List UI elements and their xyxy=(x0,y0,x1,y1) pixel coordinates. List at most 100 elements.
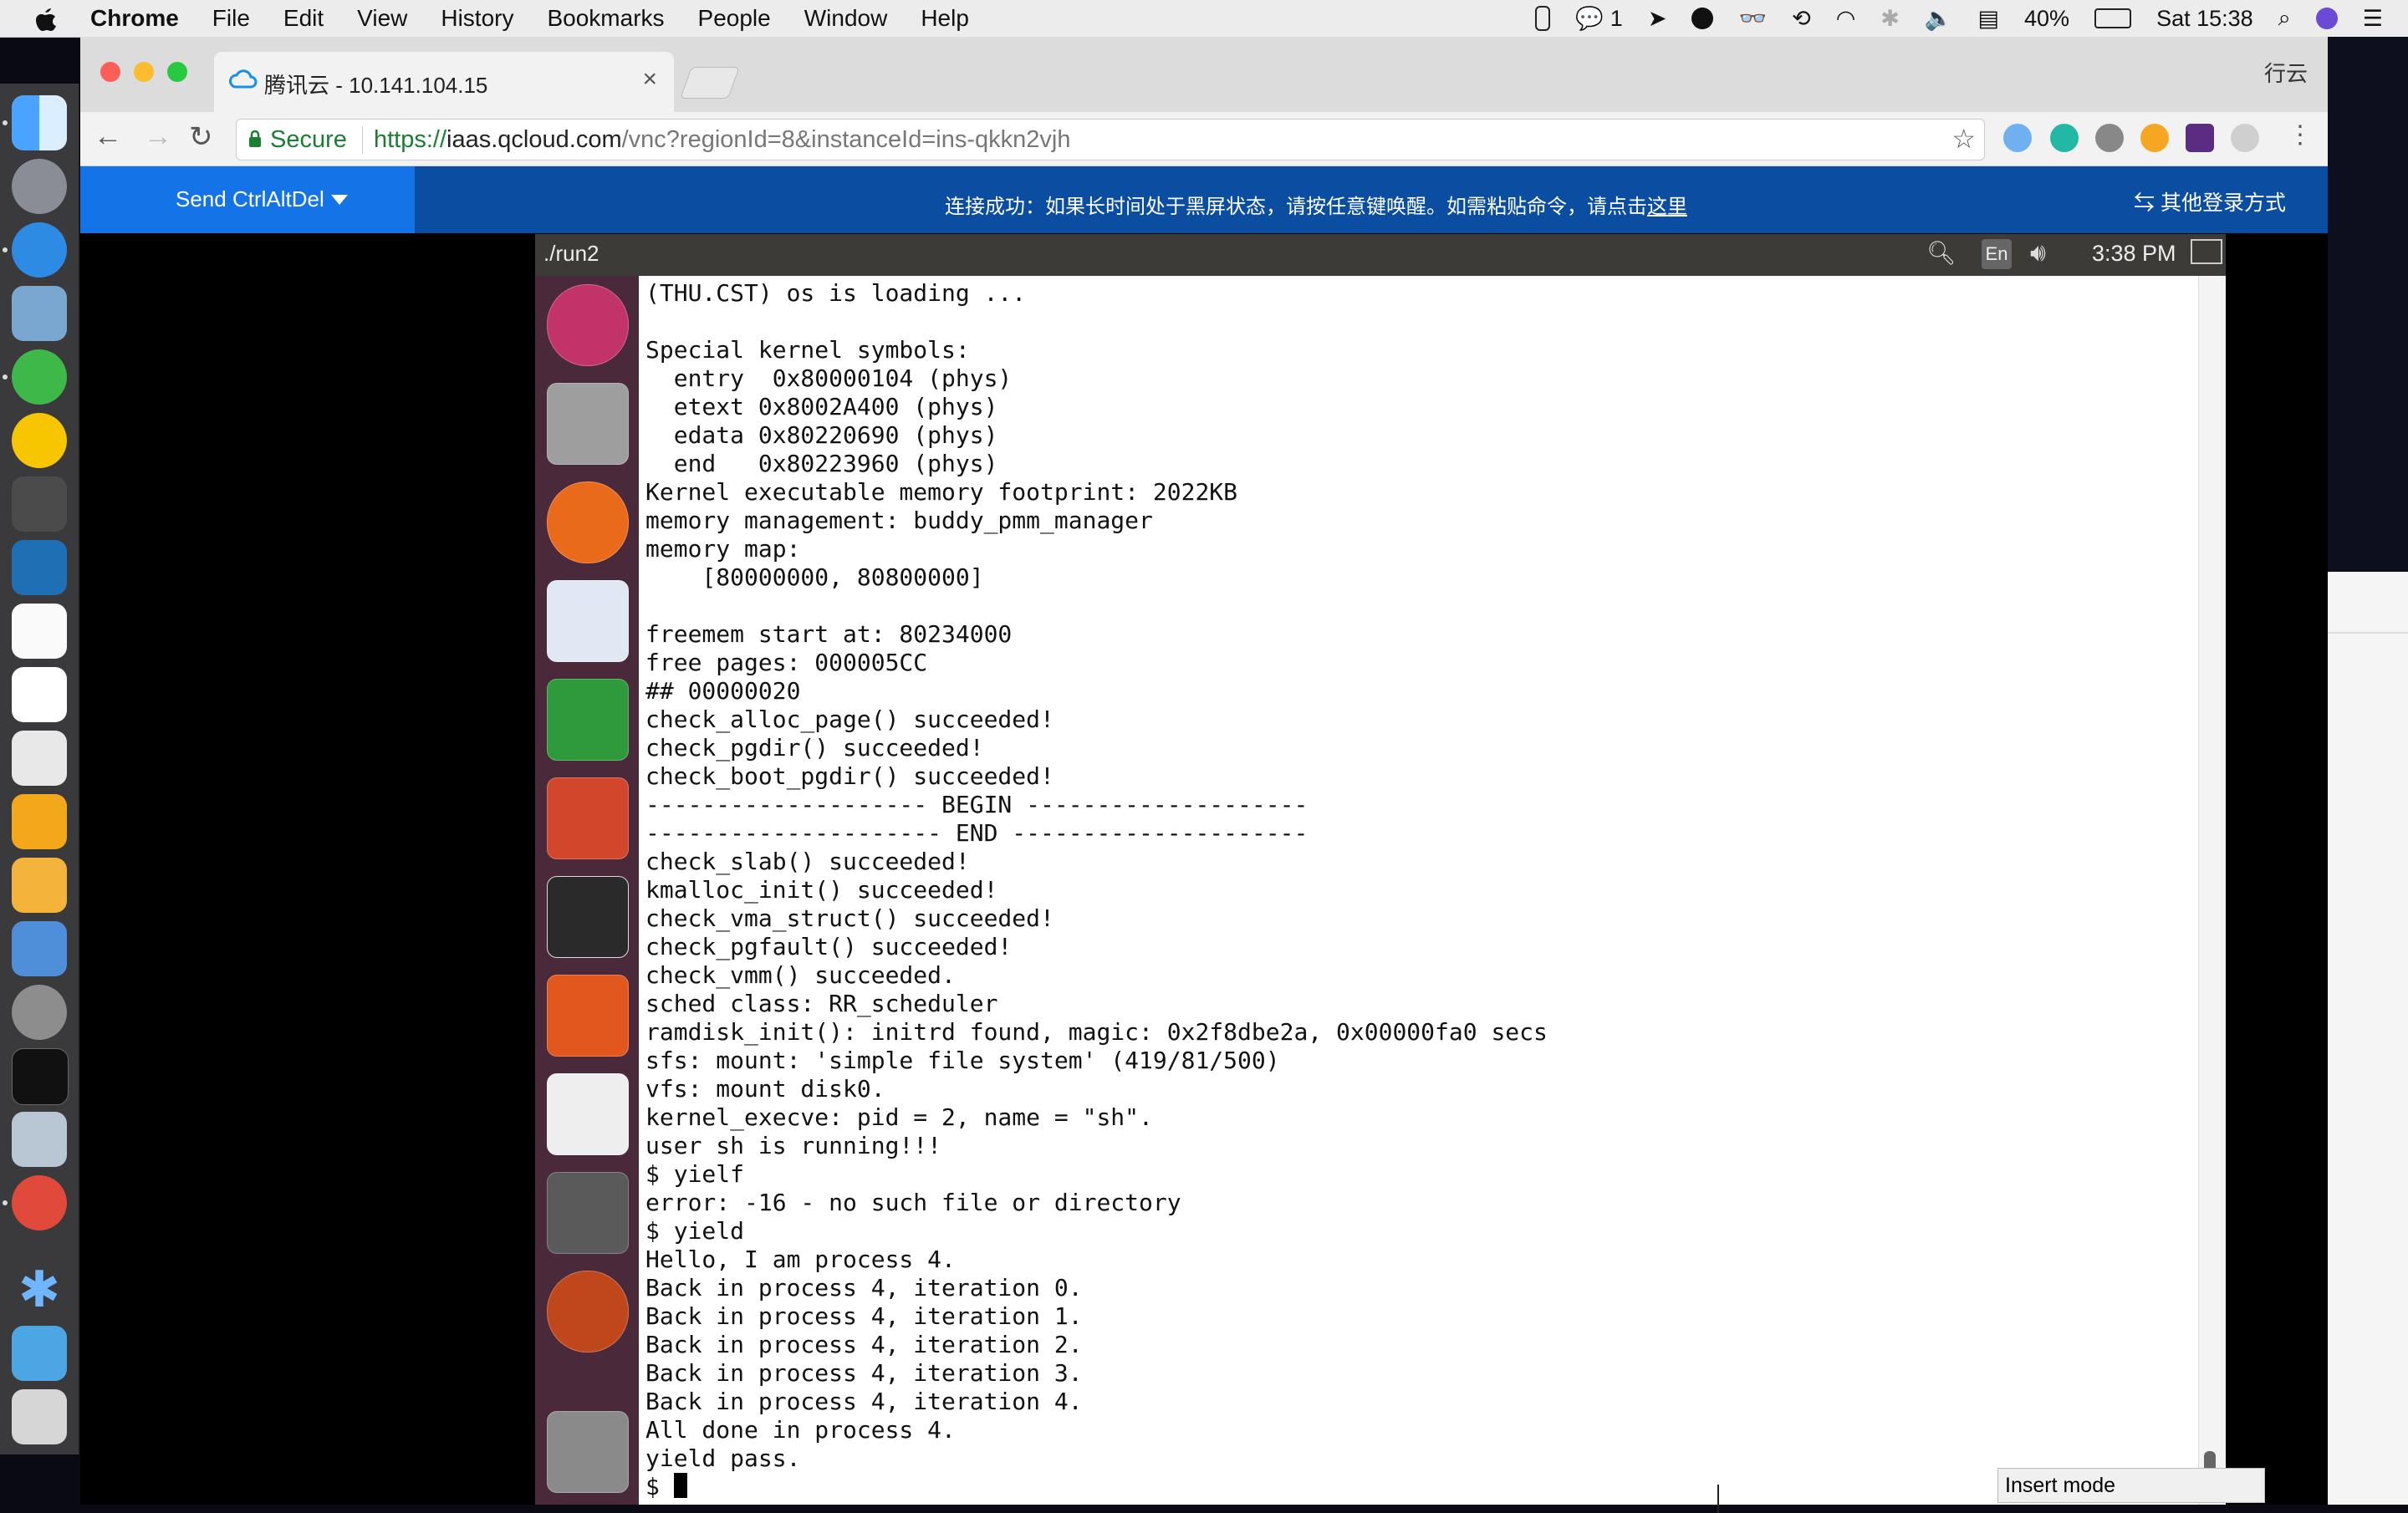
minimize-window-button[interactable] xyxy=(134,62,154,82)
terminal-line: edata 0x80220690 (phys) xyxy=(673,421,998,449)
bookmark-star-icon[interactable]: ☆ xyxy=(1951,123,1976,155)
back-arrow-icon[interactable]: ← xyxy=(94,120,122,153)
zoom-window-button[interactable] xyxy=(167,62,187,82)
profile-name[interactable]: 行云 xyxy=(2264,57,2308,88)
battery-icon[interactable] xyxy=(2094,8,2132,28)
amazon-icon[interactable] xyxy=(547,1073,629,1155)
preview-icon[interactable] xyxy=(12,1112,67,1167)
time-machine-icon[interactable]: ⟲ xyxy=(1792,6,1811,32)
tes-icon[interactable] xyxy=(12,794,67,849)
chrome-icon[interactable] xyxy=(12,1175,67,1230)
menu-bookmarks[interactable]: Bookmarks xyxy=(547,5,664,32)
connection-notice: 连接成功：如果长时间处于黑屏状态，请按任意键唤醒。如需粘贴命令，请点击这里 xyxy=(945,190,1687,219)
reload-icon[interactable]: ↻ xyxy=(189,120,213,154)
menu-clock[interactable]: Sat 15:38 xyxy=(2156,6,2253,32)
glasses-icon[interactable]: 👓 xyxy=(1738,5,1767,32)
extension-icon-3[interactable] xyxy=(2095,124,2124,152)
display-icon[interactable] xyxy=(1535,6,1551,31)
notification-center-icon[interactable]: ☰ xyxy=(2363,6,2383,32)
tab-close-icon[interactable]: × xyxy=(642,65,657,94)
pages-icon[interactable] xyxy=(12,858,67,913)
libreoffice-calc-icon[interactable] xyxy=(547,679,629,761)
trash-icon[interactable] xyxy=(12,1389,67,1444)
terminal-line: check_pgfault() succeeded! xyxy=(645,933,1013,960)
extension-icon-4[interactable] xyxy=(2140,124,2169,152)
background-window xyxy=(2328,572,2408,1505)
running-indicator xyxy=(3,247,8,252)
grammarly-icon[interactable] xyxy=(1691,8,1714,29)
volume-icon[interactable]: 🔈 xyxy=(1925,5,1953,32)
ubuntu-clock[interactable]: 3:38 PM xyxy=(2092,241,2176,267)
firefox-icon[interactable] xyxy=(547,481,629,563)
menu-help[interactable]: Help xyxy=(921,5,969,32)
chrome-menu-icon[interactable]: ⋮ xyxy=(2288,120,2313,150)
extension-icon-2[interactable] xyxy=(2050,124,2079,152)
language-indicator[interactable]: En xyxy=(1982,239,2012,269)
keynote-icon[interactable] xyxy=(12,921,67,976)
settings-tools-icon[interactable] xyxy=(547,1172,629,1254)
terminal-launcher-icon[interactable] xyxy=(547,876,629,958)
extension-icon-1[interactable] xyxy=(2003,124,2032,152)
caret-down-icon xyxy=(331,195,348,205)
software-center-icon[interactable] xyxy=(547,975,629,1057)
volume-icon[interactable]: 🔊︎ xyxy=(2030,239,2060,269)
send-icon[interactable]: ➤ xyxy=(1648,6,1667,32)
browser-toolbar: ← → ↻ Secure https://iaas.qcloud.com/vnc… xyxy=(80,112,2328,166)
terminal-scrollbar-track[interactable] xyxy=(2198,276,2226,1505)
siri-icon[interactable] xyxy=(2315,8,2338,29)
menu-file[interactable]: File xyxy=(212,5,250,32)
launchpad-icon[interactable] xyxy=(12,159,67,214)
system-preferences-icon[interactable] xyxy=(12,985,67,1040)
gnome-app-icon[interactable] xyxy=(547,1271,629,1353)
vscode-icon[interactable] xyxy=(12,540,67,595)
terminal-output[interactable]: (THU.CST) os is loading ... Special kern… xyxy=(639,276,2265,1513)
menu-people[interactable]: People xyxy=(698,5,771,32)
us-flag-icon[interactable]: ▤ xyxy=(1978,6,2000,32)
libreoffice-impress-icon[interactable] xyxy=(547,777,629,859)
sublime-text-icon[interactable] xyxy=(12,476,67,532)
terminal-icon[interactable] xyxy=(12,1048,69,1105)
close-window-button[interactable] xyxy=(100,62,120,82)
music-app-icon[interactable] xyxy=(12,413,67,468)
downloads-folder-icon[interactable] xyxy=(12,1326,67,1381)
finder-icon[interactable] xyxy=(12,95,67,150)
files-icon[interactable] xyxy=(547,383,629,465)
tab-tencent-cloud[interactable]: 腾讯云 - 10.141.104.15 × xyxy=(214,52,674,112)
wifi-icon[interactable]: ◠ xyxy=(1836,6,1856,32)
menu-app-name[interactable]: Chrome xyxy=(90,5,179,32)
spotlight-icon[interactable]: ⌕ xyxy=(2278,5,2291,32)
vnc-screen[interactable]: ./run2 🔍︎ En 🔊︎ 3:38 PM (THU.CST) os is … xyxy=(535,234,2265,1513)
ubuntu-trash-icon[interactable] xyxy=(547,1411,629,1493)
address-bar[interactable]: Secure https://iaas.qcloud.com/vnc?regio… xyxy=(236,119,1985,160)
wechat-icon[interactable] xyxy=(12,349,67,405)
menu-history[interactable]: History xyxy=(441,5,513,32)
extension-icon-5[interactable] xyxy=(2186,124,2214,152)
apple-icon[interactable] xyxy=(33,6,57,31)
wechat-status-icon[interactable]: 💬 xyxy=(1575,5,1604,32)
send-ctrl-alt-del-button[interactable]: Send CtrlAltDel xyxy=(80,166,415,233)
system-menu-icon[interactable] xyxy=(2191,239,2222,264)
extension-icon-6[interactable] xyxy=(2231,124,2259,152)
safari-icon[interactable] xyxy=(12,222,67,278)
terminal-line: ## 00000020 xyxy=(645,677,801,705)
new-tab-button[interactable] xyxy=(680,67,740,99)
typora-icon[interactable] xyxy=(12,731,67,786)
mail-icon[interactable] xyxy=(12,286,67,341)
terminal-line: yield pass. xyxy=(645,1444,801,1472)
libreoffice-writer-icon[interactable] xyxy=(547,580,629,662)
calendar-icon[interactable] xyxy=(12,667,67,722)
bluetooth-icon[interactable]: ✱ xyxy=(1880,6,1900,32)
ubuntu-dash-icon[interactable] xyxy=(547,284,629,366)
menu-edit[interactable]: Edit xyxy=(283,5,324,32)
other-login-methods-button[interactable]: ⇆ 其他登录方式 xyxy=(2134,186,2286,217)
forward-arrow-icon[interactable]: → xyxy=(144,120,172,153)
terminal-line: freemem start at: 80234000 xyxy=(645,620,1013,648)
mouse-ibeam-cursor xyxy=(1717,1485,1719,1513)
search-icon[interactable]: 🔍︎ xyxy=(1926,239,1956,269)
battery-percent[interactable]: 40% xyxy=(2024,6,2069,32)
menu-window[interactable]: Window xyxy=(804,5,888,32)
paste-command-link[interactable]: 这里 xyxy=(1647,196,1687,218)
reminders-icon[interactable] xyxy=(12,604,67,659)
snowflake-app-icon[interactable]: ✱ xyxy=(12,1262,67,1317)
menu-view[interactable]: View xyxy=(357,5,407,32)
